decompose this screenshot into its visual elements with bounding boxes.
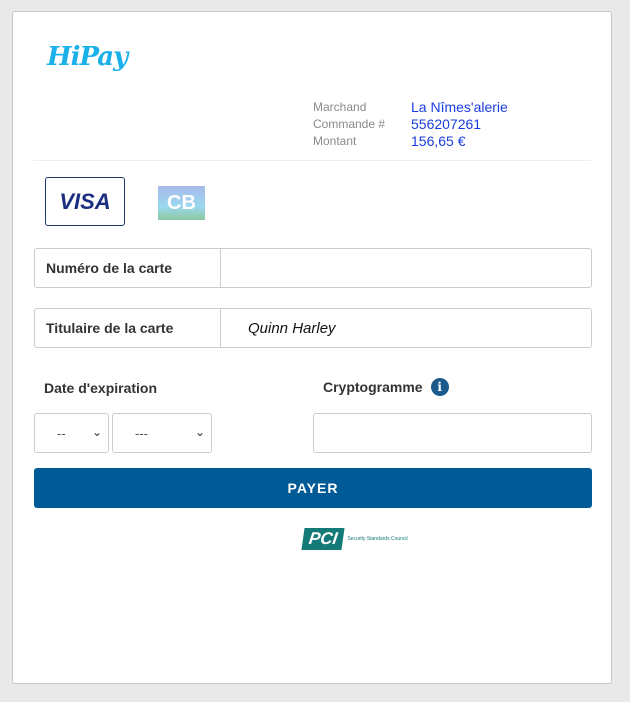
- pci-text: Security Standards Council: [347, 536, 408, 542]
- order-label: Commande #: [313, 117, 386, 131]
- visa-card-option[interactable]: VISA: [45, 177, 125, 226]
- card-number-field: Numéro de la carte: [34, 248, 592, 288]
- order-summary: Marchand La Nîmes'alerie Commande # 556207…: [313, 99, 508, 150]
- pci-badge: PCI: [301, 528, 345, 550]
- info-icon[interactable]: i: [430, 378, 449, 396]
- card-holder-field: Titulaire de la carte Quinn Harley: [34, 308, 592, 348]
- card-number-label: Numéro de la carte: [35, 249, 221, 287]
- expiry-label: Date d'expiration: [44, 380, 158, 396]
- pay-button[interactable]: PAYER: [34, 468, 592, 508]
- cb-card-option[interactable]: CB: [158, 186, 205, 220]
- expiry-year-select[interactable]: --- ⌄: [112, 413, 212, 453]
- cvv-input[interactable]: [313, 413, 592, 453]
- card-holder-label: Titulaire de la carte: [35, 309, 221, 347]
- cvv-label-row: Cryptogramme i: [323, 378, 449, 396]
- cvv-label: Cryptogramme: [323, 379, 423, 395]
- merchant-label: Marchand: [313, 100, 367, 114]
- card-number-input[interactable]: [221, 249, 591, 287]
- payment-card: HiPay Marchand La Nîmes'alerie Commande #…: [12, 11, 612, 684]
- divider: [33, 160, 591, 161]
- chevron-down-icon: ⌄: [91, 425, 102, 439]
- hipay-logo: HiPay: [47, 42, 128, 72]
- year-value: ---: [135, 425, 148, 441]
- merchant-value: La Nîmes'alerie: [411, 99, 508, 115]
- amount-value: 156,65 €: [411, 133, 466, 149]
- expiry-month-select[interactable]: -- ⌄: [34, 413, 109, 453]
- pci-logo: PCI Security Standards Council: [301, 528, 408, 550]
- card-holder-input[interactable]: Quinn Harley: [221, 309, 591, 347]
- order-value: 556207261: [411, 116, 482, 132]
- amount-label: Montant: [313, 134, 357, 148]
- month-value: --: [57, 425, 66, 441]
- chevron-down-icon: ⌄: [194, 425, 205, 439]
